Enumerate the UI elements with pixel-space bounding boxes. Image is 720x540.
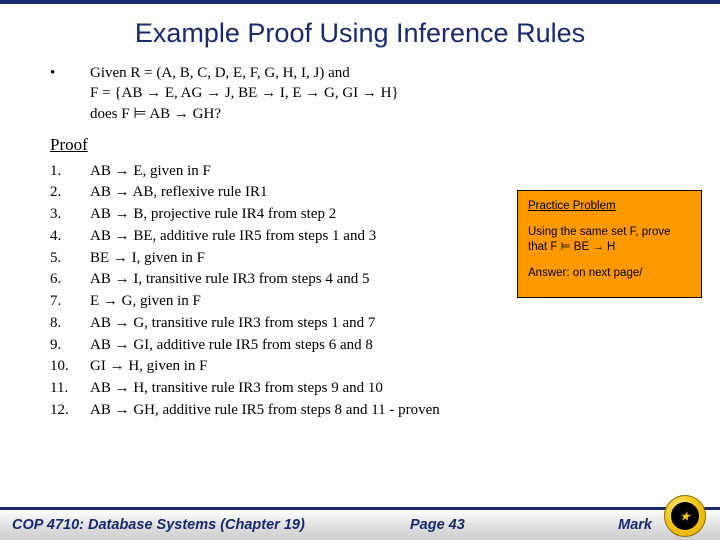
practice-title: Practice Problem (528, 199, 691, 215)
proof-header: Proof (50, 134, 670, 157)
bullet: • (50, 63, 90, 124)
step-row: 1.AB → E, given in F (50, 161, 670, 183)
step-num: 6. (50, 269, 90, 291)
step-body: AB → GI, additive rule IR5 from steps 6 … (90, 335, 670, 357)
step-body: AB → E, given in F (90, 161, 670, 183)
given-block: • Given R = (A, B, C, D, E, F, G, H, I, … (50, 63, 670, 124)
step-num: 3. (50, 204, 90, 226)
footer-course: COP 4710: Database Systems (Chapter 19) (12, 517, 305, 533)
step-body: AB → H, transitive rule IR3 from steps 9… (90, 378, 670, 400)
step-row: 8.AB → G, transitive rule IR3 from steps… (50, 313, 670, 335)
step-num: 1. (50, 161, 90, 183)
step-num: 8. (50, 313, 90, 335)
slide-title: Example Proof Using Inference Rules (0, 4, 720, 57)
step-row: 9.AB → GI, additive rule IR5 from steps … (50, 335, 670, 357)
step-row: 12.AB → GH, additive rule IR5 from steps… (50, 400, 670, 422)
step-num: 9. (50, 335, 90, 357)
practice-answer: Answer: on next page/ (528, 266, 691, 282)
given-text: Given R = (A, B, C, D, E, F, G, H, I, J)… (90, 63, 670, 124)
step-num: 2. (50, 182, 90, 204)
given-line-1: Given R = (A, B, C, D, E, F, G, H, I, J)… (90, 63, 670, 83)
step-num: 4. (50, 226, 90, 248)
logo-icon: ★ (664, 495, 706, 537)
practice-box: Practice Problem Using the same set F, p… (517, 190, 702, 298)
step-num: 5. (50, 248, 90, 270)
step-num: 11. (50, 378, 90, 400)
step-num: 7. (50, 291, 90, 313)
step-row: 11.AB → H, transitive rule IR3 from step… (50, 378, 670, 400)
step-num: 10. (50, 356, 90, 378)
step-body: AB → G, transitive rule IR3 from steps 1… (90, 313, 670, 335)
practice-body: Using the same set F, prove that F ⊨ BE … (528, 225, 691, 256)
footer-page: Page 43 (410, 517, 465, 533)
given-line-2: F = {AB → E, AG → J, BE → I, E → G, GI →… (90, 83, 670, 103)
step-body: GI → H, given in F (90, 356, 670, 378)
given-line-3: does F ⊨ AB → GH? (90, 104, 670, 124)
step-body: AB → GH, additive rule IR5 from steps 8 … (90, 400, 670, 422)
step-row: 10.GI → H, given in F (50, 356, 670, 378)
step-num: 12. (50, 400, 90, 422)
footer: COP 4710: Database Systems (Chapter 19) … (0, 507, 720, 540)
footer-bar: COP 4710: Database Systems (Chapter 19) … (0, 510, 720, 540)
footer-author: Mark (618, 517, 652, 533)
